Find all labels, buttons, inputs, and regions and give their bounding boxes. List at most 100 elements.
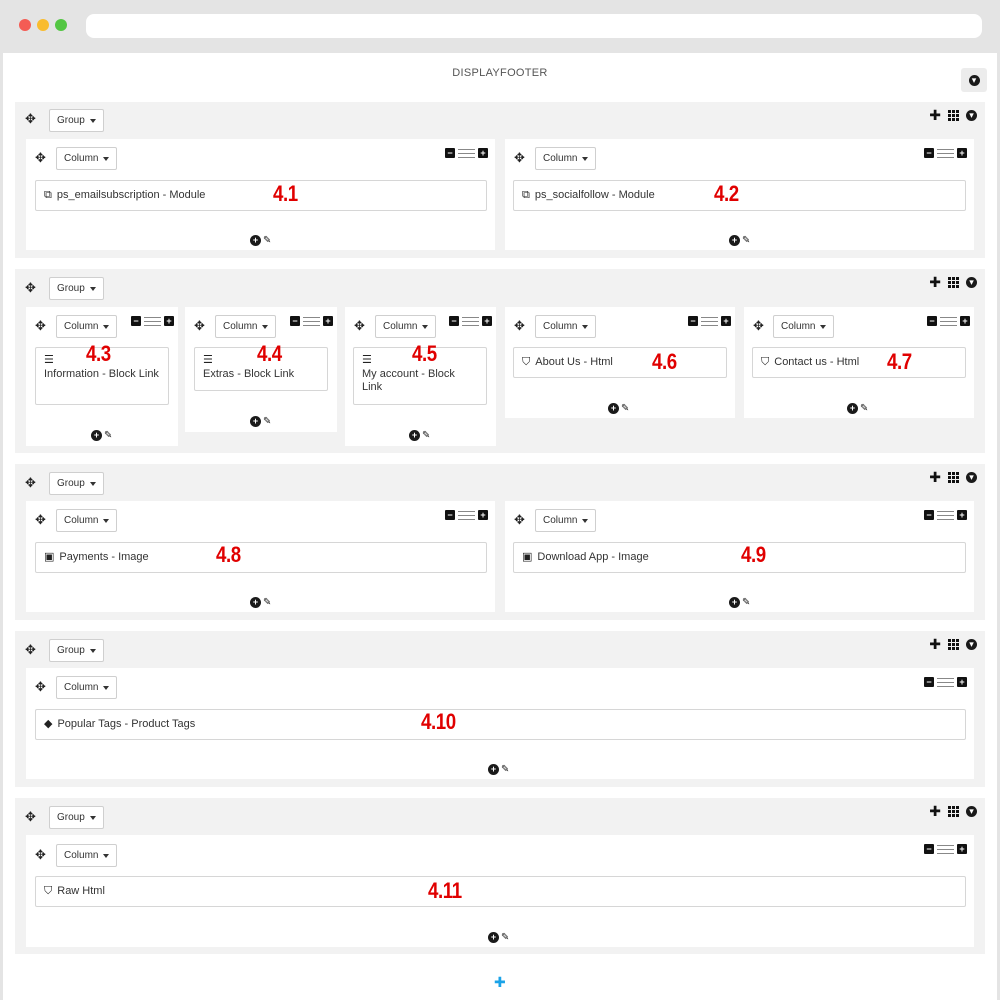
decrease-width-icon[interactable]: − — [924, 510, 934, 520]
decrease-width-icon[interactable]: − — [449, 316, 459, 326]
move-icon[interactable]: ✥ — [25, 476, 36, 489]
increase-width-icon[interactable]: + — [478, 148, 488, 158]
add-column-icon[interactable]: ✚ — [929, 108, 941, 122]
pencil-icon[interactable]: ✎ — [501, 764, 509, 775]
add-group-icon[interactable]: ✚ — [494, 975, 506, 989]
close-window-dot[interactable] — [19, 19, 31, 31]
increase-width-icon[interactable]: + — [482, 316, 492, 326]
add-module-icon[interactable]: + — [250, 235, 261, 246]
module-item[interactable]: ⛉ Raw Html — [35, 876, 966, 907]
decrease-width-icon[interactable]: − — [290, 316, 300, 326]
column-dropdown[interactable]: Column — [535, 315, 597, 338]
collapse-down-icon[interactable]: ▾ — [966, 471, 977, 483]
decrease-width-icon[interactable]: − — [924, 148, 934, 158]
module-item[interactable]: ⛉ About Us - Html — [513, 347, 727, 378]
column-dropdown[interactable]: Column — [215, 315, 277, 338]
increase-width-icon[interactable]: + — [957, 844, 967, 854]
column-dropdown[interactable]: Column — [56, 844, 118, 867]
collapse-down-icon[interactable]: ▾ — [966, 109, 977, 121]
increase-width-icon[interactable]: + — [721, 316, 731, 326]
group-dropdown[interactable]: Group — [49, 639, 104, 662]
group-dropdown[interactable]: Group — [49, 472, 104, 495]
add-module-icon[interactable]: + — [488, 932, 499, 943]
add-column-icon[interactable]: ✚ — [929, 470, 941, 484]
pencil-icon[interactable]: ✎ — [263, 416, 271, 427]
grid-icon[interactable] — [948, 471, 959, 483]
module-item[interactable]: ▣ Payments - Image — [35, 542, 487, 573]
add-module-icon[interactable]: + — [608, 403, 619, 414]
add-module-icon[interactable]: + — [91, 430, 102, 441]
pencil-icon[interactable]: ✎ — [621, 403, 629, 414]
move-icon[interactable]: ✥ — [35, 513, 46, 526]
pencil-icon[interactable]: ✎ — [263, 597, 271, 608]
add-module-icon[interactable]: + — [729, 235, 740, 246]
column-dropdown[interactable]: Column — [56, 147, 118, 170]
grid-icon[interactable] — [948, 638, 959, 650]
move-icon[interactable]: ✥ — [514, 151, 525, 164]
column-dropdown[interactable]: Column — [535, 147, 597, 170]
column-dropdown[interactable]: Column — [375, 315, 437, 338]
pencil-icon[interactable]: ✎ — [263, 235, 271, 246]
add-module-icon[interactable]: + — [409, 430, 420, 441]
add-column-icon[interactable]: ✚ — [929, 804, 941, 818]
decrease-width-icon[interactable]: − — [924, 844, 934, 854]
collapse-down-icon[interactable]: ▾ — [966, 276, 977, 288]
move-icon[interactable]: ✥ — [25, 112, 36, 125]
move-icon[interactable]: ✥ — [35, 848, 46, 861]
group-dropdown[interactable]: Group — [49, 806, 104, 829]
move-icon[interactable]: ✥ — [35, 319, 46, 332]
address-bar[interactable] — [86, 14, 982, 38]
increase-width-icon[interactable]: + — [957, 510, 967, 520]
decrease-width-icon[interactable]: − — [131, 316, 141, 326]
add-column-icon[interactable]: ✚ — [929, 275, 941, 289]
module-item[interactable]: ⧉ ps_emailsubscription - Module — [35, 180, 487, 211]
collapse-down-icon[interactable]: ▾ — [966, 638, 977, 650]
grid-icon[interactable] — [948, 109, 959, 121]
column-dropdown[interactable]: Column — [535, 509, 597, 532]
decrease-width-icon[interactable]: − — [445, 148, 455, 158]
add-module-icon[interactable]: + — [488, 764, 499, 775]
decrease-width-icon[interactable]: − — [924, 677, 934, 687]
move-icon[interactable]: ✥ — [25, 281, 36, 294]
increase-width-icon[interactable]: + — [957, 148, 967, 158]
decrease-width-icon[interactable]: − — [927, 316, 937, 326]
move-icon[interactable]: ✥ — [514, 513, 525, 526]
column-dropdown[interactable]: Column — [56, 509, 118, 532]
collapse-down-icon[interactable]: ▾ — [966, 805, 977, 817]
increase-width-icon[interactable]: + — [960, 316, 970, 326]
pencil-icon[interactable]: ✎ — [104, 430, 112, 441]
pencil-icon[interactable]: ✎ — [860, 403, 868, 414]
module-item[interactable]: ⧉ ps_socialfollow - Module — [513, 180, 966, 211]
module-item[interactable]: ▣ Download App - Image — [513, 542, 966, 573]
add-module-icon[interactable]: + — [250, 597, 261, 608]
move-icon[interactable]: ✥ — [35, 151, 46, 164]
grid-icon[interactable] — [948, 276, 959, 288]
decrease-width-icon[interactable]: − — [445, 510, 455, 520]
column-dropdown[interactable]: Column — [773, 315, 835, 338]
decrease-width-icon[interactable]: − — [688, 316, 698, 326]
module-item[interactable]: ⛉ Contact us - Html — [752, 347, 966, 378]
increase-width-icon[interactable]: + — [323, 316, 333, 326]
group-dropdown[interactable]: Group — [49, 109, 104, 132]
move-icon[interactable]: ✥ — [753, 319, 764, 332]
column-dropdown[interactable]: Column — [56, 676, 118, 699]
move-icon[interactable]: ✥ — [354, 319, 365, 332]
increase-width-icon[interactable]: + — [957, 677, 967, 687]
pencil-icon[interactable]: ✎ — [742, 597, 750, 608]
add-module-icon[interactable]: + — [250, 416, 261, 427]
pencil-icon[interactable]: ✎ — [501, 932, 509, 943]
group-dropdown[interactable]: Group — [49, 277, 104, 300]
add-module-icon[interactable]: + — [847, 403, 858, 414]
minimize-window-dot[interactable] — [37, 19, 49, 31]
add-column-icon[interactable]: ✚ — [929, 637, 941, 651]
move-icon[interactable]: ✥ — [35, 680, 46, 693]
increase-width-icon[interactable]: + — [164, 316, 174, 326]
move-icon[interactable]: ✥ — [514, 319, 525, 332]
pencil-icon[interactable]: ✎ — [742, 235, 750, 246]
pencil-icon[interactable]: ✎ — [422, 430, 430, 441]
maximize-window-dot[interactable] — [55, 19, 67, 31]
hook-collapse-button[interactable]: ▾ — [961, 68, 987, 92]
grid-icon[interactable] — [948, 805, 959, 817]
move-icon[interactable]: ✥ — [25, 810, 36, 823]
column-dropdown[interactable]: Column — [56, 315, 118, 338]
